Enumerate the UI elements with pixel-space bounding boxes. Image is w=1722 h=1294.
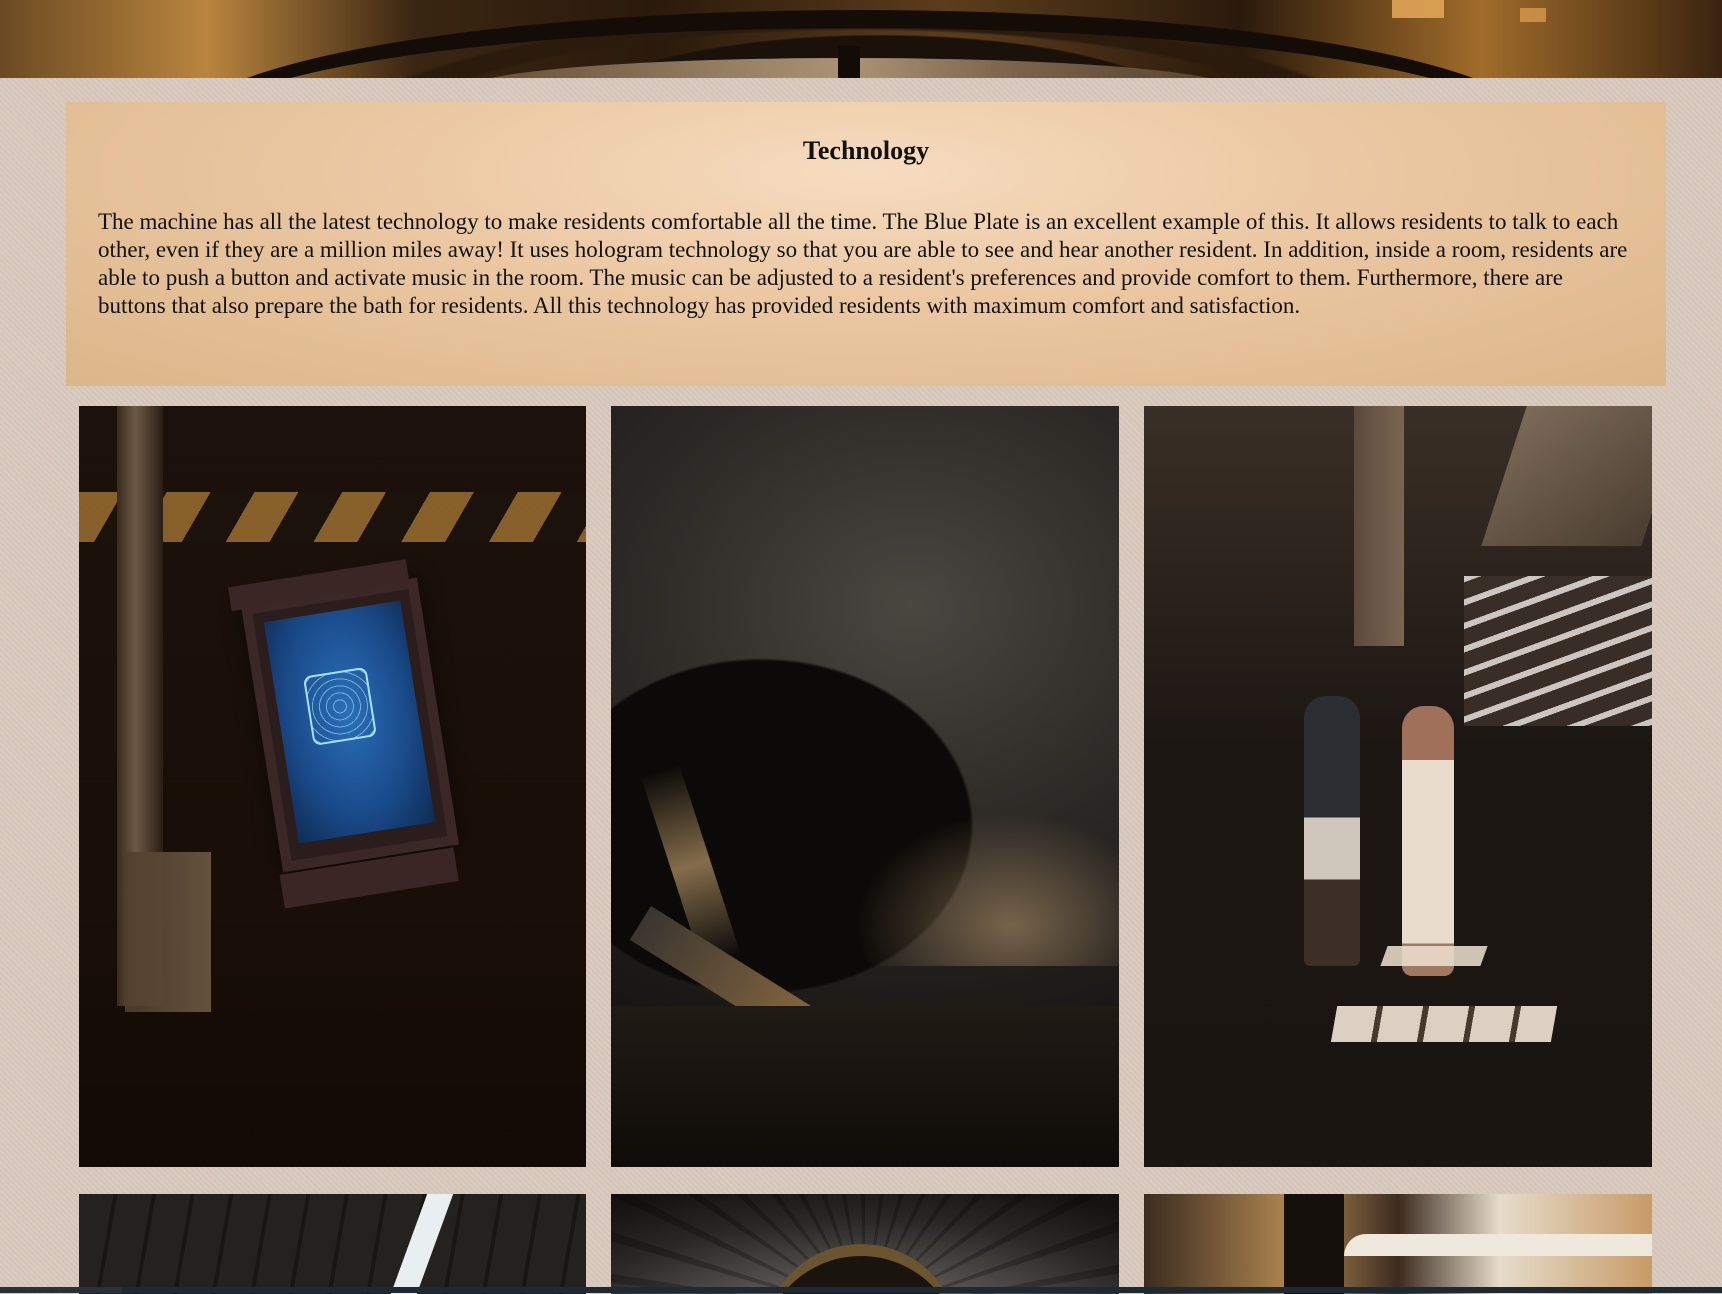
section-body: The machine has all the latest technolog… — [98, 209, 1628, 318]
hexagon-grid-icon — [302, 666, 378, 746]
woman-figure — [1402, 706, 1454, 976]
man-figure — [1304, 696, 1360, 966]
staircase-shape — [1464, 576, 1652, 726]
window-light-patch — [1330, 1006, 1558, 1042]
horizontal-scrollbar[interactable] — [0, 1287, 1722, 1293]
gallery-photo-ceiling — [79, 1194, 586, 1294]
section-title: Technology — [802, 136, 930, 165]
hero-notch-shape — [838, 46, 860, 78]
blue-plate-device — [227, 559, 460, 909]
hero-image — [0, 0, 1722, 78]
device-screen — [263, 600, 436, 844]
gallery-photo-dancing-couple — [1144, 406, 1652, 1167]
scrollbar-thumb[interactable] — [122, 1287, 1722, 1293]
hero-light-shape — [1392, 0, 1444, 18]
gallery-photo-library — [1144, 1194, 1652, 1294]
gallery-photo-escalator — [611, 406, 1119, 1167]
hero-light-shape — [1520, 8, 1546, 22]
gallery-photo-dome — [611, 1194, 1119, 1294]
technology-section: Technology The machine has all the lates… — [66, 102, 1666, 386]
gallery-photo-device — [79, 406, 586, 1167]
